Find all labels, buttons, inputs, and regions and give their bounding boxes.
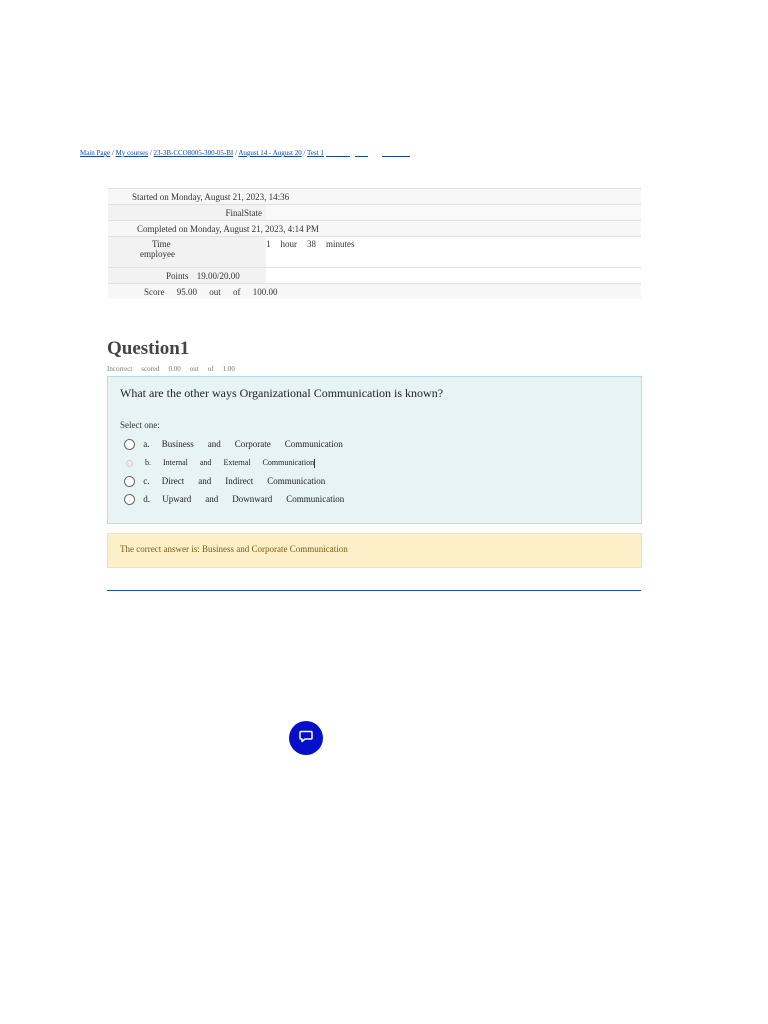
time-word: 1 [266,239,271,249]
breadcrumb-my-courses[interactable]: My courses [116,149,148,157]
time-label: Time [152,239,171,249]
correct-answer-text: The correct answer is: Business and Corp… [120,544,348,554]
score-word: 100.00 [252,286,278,297]
answer-option-b[interactable]: b. Internal and External Communication [124,458,316,468]
points-value: 19.00/20.00 [196,270,240,281]
question-title: Question1 [107,338,190,359]
breadcrumb-separator: / [303,149,306,157]
select-one-label: Select one: [120,420,160,430]
breadcrumb: Main Page / My courses / 23-3B-CCO8005-3… [80,149,411,157]
option-letter: d. [143,494,150,504]
score-word: 95.00 [176,286,197,297]
breadcrumb-separator: / [111,149,114,157]
question-status: Incorrect scored 0.00 out of 1.00 [107,365,244,373]
breadcrumb-course[interactable]: 23-3B-CCO8005-300-05-BI [154,149,234,157]
option-text: Direct and Indirect Communication [161,476,326,486]
question-status-word: 1.00 [222,365,235,373]
time-value: 1 hour 38 minutes [266,236,641,268]
time-word: hour [280,239,298,249]
option-letter: b. [145,458,151,467]
radio-button[interactable] [124,439,135,451]
breadcrumb-test[interactable]: Test 1 [307,149,324,157]
question-status-word: of [207,365,214,373]
chat-bubble-icon [298,728,314,749]
time-word: 38 [307,239,316,249]
section-divider [107,590,641,591]
question-status-word: out [189,365,199,373]
score-word: out [209,286,221,297]
answer-option-c[interactable]: c. Direct and Indirect Communication [124,476,339,488]
breadcrumb-week[interactable]: August 14 - August 20 [238,149,301,157]
option-text: Business and Corporate Communication [161,439,343,449]
correct-answer-feedback: The correct answer is: Business and Corp… [107,533,642,568]
score-word: of [233,286,241,297]
summary-row-started: Started on Monday, August 21, 2023, 14:3… [108,188,641,205]
breadcrumb-empty-link[interactable] [325,149,350,157]
question-text: What are the other ways Organizational C… [120,386,444,400]
summary-row-state: FinalState [108,204,641,221]
radio-button[interactable] [124,494,135,506]
chat-button[interactable] [289,721,323,755]
breadcrumb-empty-link[interactable] [382,149,411,157]
summary-row-points: Points 19.00/20.00 [108,267,641,284]
question-status-word: Incorrect [107,365,133,373]
question-box: What are the other ways Organizational C… [107,376,642,524]
option-text: Upward and Downward Communication [162,494,345,504]
state-value [266,204,641,221]
started-value: Monday, August 21, 2023, 14:36 [171,191,290,202]
summary-row-completed: Completed on Monday, August 21, 2023, 4:… [108,220,641,237]
radio-button[interactable] [124,476,135,488]
started-label: Started on [132,191,169,202]
text-cursor [314,458,316,468]
time-word: minutes [326,239,355,249]
radio-button-selected[interactable] [126,459,133,467]
summary-row-score: Score 95.00 out of 100.00 [108,283,641,299]
answer-option-a[interactable]: a. Business and Corporate Communication [124,439,357,451]
question-status-word: scored [141,365,160,373]
completed-label: Completed on [137,223,188,234]
breadcrumb-separator: / [234,149,237,157]
points-label: Points [166,270,189,281]
question-status-word: 0.00 [168,365,181,373]
score-label: Score [144,286,165,297]
answer-option-d[interactable]: d. Upward and Downward Communication [124,494,358,506]
completed-value: Monday, August 21, 2023, 4:14 PM [190,223,319,234]
breadcrumb-main-page[interactable]: Main Page [80,149,110,157]
summary-row-time: Time employee 1 hour 38 minutes [108,236,641,268]
option-text: Internal and External Communication [163,458,315,467]
state-label: FinalState [108,204,266,221]
breadcrumb-separator: / [149,149,152,157]
time-label-employee: employee [140,249,175,259]
option-letter: c. [143,476,150,486]
option-letter: a. [143,439,150,449]
attempt-summary-table: Started on Monday, August 21, 2023, 14:3… [108,188,641,299]
breadcrumb-empty-link[interactable] [355,149,369,157]
